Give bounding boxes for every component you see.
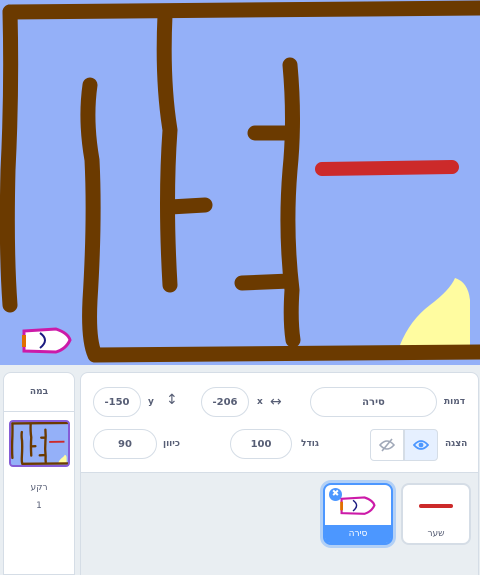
- wall-col2: [156, 7, 178, 293]
- wall-col3: [280, 57, 301, 348]
- hide-eye-icon: [379, 438, 395, 452]
- stage-panel-divider: [4, 411, 74, 412]
- x-input[interactable]: -206: [201, 387, 249, 417]
- stage-panel-title: במה: [29, 387, 49, 397]
- show-label: הצגה: [445, 439, 468, 449]
- wall-bottom: [87, 344, 480, 363]
- wall-top: [2, 0, 480, 20]
- stage-selector-panel[interactable]: במה רקע 1: [3, 372, 75, 575]
- boat-sprite: [22, 327, 72, 354]
- wall-left: [0, 4, 19, 313]
- sprite-tile-boat[interactable]: ✖ סירה: [323, 483, 393, 545]
- direction-input[interactable]: 90: [93, 429, 157, 459]
- direction-label: כיוון: [163, 439, 181, 449]
- sprite-list: שער ✖ סירה: [80, 473, 479, 575]
- sprite-info-panel: דמות סירה x ↔ -206 y ↕ -150 הצגה גודל 10…: [80, 372, 479, 473]
- sprite-thumbnail: [325, 485, 391, 527]
- y-arrows-icon: ↕: [166, 392, 178, 408]
- y-input[interactable]: -150: [93, 387, 141, 417]
- sprite-name-label: דמות: [444, 397, 466, 407]
- sprite-name-input[interactable]: סירה: [310, 387, 437, 417]
- wall-col1: [80, 77, 103, 363]
- x-arrows-icon: ↔: [270, 394, 282, 410]
- sprite-tile-label: סירה: [325, 525, 391, 543]
- maze-walls: [0, 0, 480, 363]
- show-sprite-button[interactable]: [404, 429, 438, 461]
- hide-sprite-button[interactable]: [370, 429, 404, 461]
- gate-line: [315, 160, 459, 176]
- show-eye-icon: [413, 440, 429, 450]
- stage-canvas[interactable]: [0, 0, 480, 365]
- stage-drawing: [0, 0, 480, 363]
- backdrops-count: 1: [36, 501, 42, 511]
- sand-area: [400, 278, 470, 352]
- x-label: x: [257, 397, 263, 407]
- y-label: y: [148, 397, 154, 407]
- backdrops-label: רקע: [30, 483, 48, 493]
- sprite-thumbnail: [403, 485, 469, 527]
- wall-col2-arm: [162, 197, 213, 215]
- size-input[interactable]: 100: [230, 429, 292, 459]
- backdrop-thumbnail[interactable]: [9, 420, 70, 467]
- sprite-tile-gate[interactable]: שער: [401, 483, 471, 545]
- sprite-tile-label: שער: [427, 529, 445, 539]
- wall-col3-arm-bottom: [234, 273, 298, 291]
- size-label: גודל: [301, 439, 319, 449]
